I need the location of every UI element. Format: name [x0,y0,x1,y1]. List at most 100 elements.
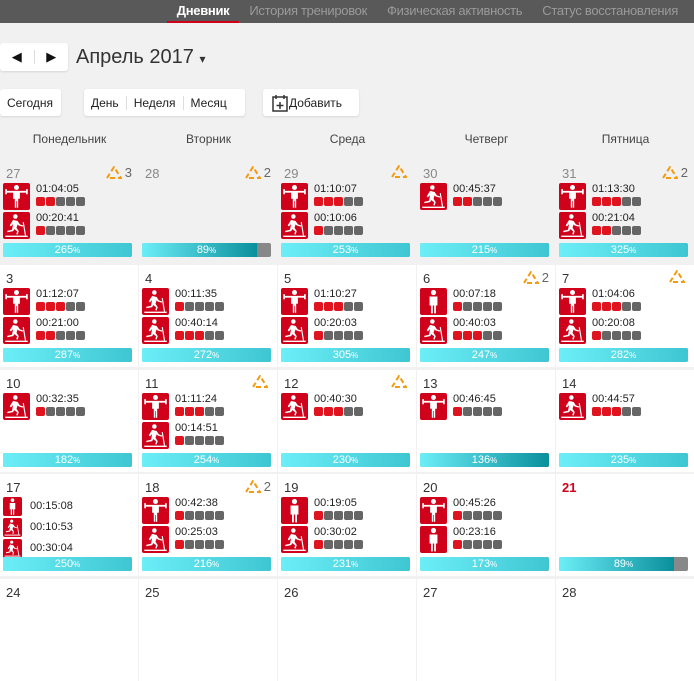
warning-badge[interactable] [252,375,271,388]
activity-entry[interactable]: 00:15:08 [3,497,73,518]
weekday-header: Вторник [186,132,231,146]
warning-badge[interactable]: 3 [105,165,132,180]
warning-badge[interactable] [391,165,410,178]
calendar-day-cell[interactable]: 25 [139,579,277,681]
calendar-day-cell[interactable]: 19 00:19:05 00:30:02 231% [278,474,416,576]
warning-badge[interactable]: 2 [244,479,271,494]
calendar-day-cell[interactable]: 29 01:10:07 00:10:06 253% [278,160,416,262]
activity-entry[interactable]: 00:11:35 [142,288,224,317]
activity-duration: 00:45:37 [453,183,496,195]
calendar-day-cell[interactable]: 21 89% [556,474,694,576]
activity-duration: 01:10:27 [314,288,357,300]
calendar-day-cell[interactable]: 3 01:12:07 00:21:00 287% [0,265,138,367]
activity-entry[interactable]: 00:10:06 [281,212,363,241]
calendar-day-cell[interactable]: 5 01:10:27 00:20:03 305% [278,265,416,367]
month-selector[interactable]: Апрель 2017 ▾ [76,46,205,69]
view-month-button[interactable]: Месяц [184,96,234,110]
calendar-day-cell[interactable]: 18 2 00:42:38 00:25:03 216% [139,474,277,576]
activity-entry[interactable]: 01:10:07 [281,183,363,212]
calendar-day-cell[interactable]: 20 00:45:26 00:23:16 173% [417,474,555,576]
calendar-day-cell[interactable]: 28 2 89% [139,160,277,262]
calendar-day-cell[interactable]: 7 01:04:06 00:20:08 282% [556,265,694,367]
activity-entry[interactable]: 01:11:24 [142,393,224,422]
activity-entry[interactable]: 00:44:57 [559,393,641,422]
warning-badge[interactable] [669,270,688,283]
calendar-day-cell[interactable]: 13 00:46:45 136% [417,370,555,472]
warning-badge[interactable] [391,375,410,388]
day-number: 6 [423,271,431,286]
activity-entry[interactable]: 00:20:08 [559,317,641,346]
add-label: Добавить [289,95,343,110]
calendar-day-cell[interactable]: 27 [417,579,555,681]
activity-entry[interactable]: 01:10:27 [281,288,363,317]
activity-entry[interactable]: 00:40:03 [420,317,502,346]
activity-entry[interactable]: 00:46:45 [420,393,502,422]
warning-triangle-icon [661,166,678,179]
calendar-day-cell[interactable]: 17 00:15:08 00:10:53 00:30:04 250% [0,474,138,576]
calendar-day-cell[interactable]: 4 00:11:35 00:40:14 272% [139,265,277,367]
activity-entry[interactable]: 00:42:38 [142,497,224,526]
activity-entry[interactable]: 00:45:26 [420,497,502,526]
calendar-day-cell[interactable]: 14 00:44:57 235% [556,370,694,472]
calendar-day-cell[interactable]: 10 00:32:35 182% [0,370,138,472]
treadmill-icon [281,526,308,553]
activity-entry[interactable]: 00:14:51 [142,422,224,451]
warning-badge[interactable]: 2 [522,270,549,285]
activity-entry[interactable]: 00:10:53 [3,518,73,539]
activity-entry[interactable]: 00:45:37 [420,183,502,212]
activity-entry[interactable]: 00:25:03 [142,526,224,555]
prev-month-button[interactable]: ◀ [0,49,34,65]
calendar-day-cell[interactable]: 27 3 01:04:05 00:20:41 265% [0,160,138,262]
activity-entry[interactable]: 01:04:05 [3,183,85,212]
activity-entry[interactable]: 00:20:41 [3,212,85,241]
calendar-day-cell[interactable]: 26 [278,579,416,681]
calendar-day-cell[interactable]: 28 [556,579,694,681]
warning-badge[interactable]: 2 [661,165,688,180]
treadmill-icon [3,539,22,558]
activity-entry[interactable]: 00:20:03 [281,317,363,346]
tab-recovery-status[interactable]: Статус восстановления [532,0,688,23]
person-icon [420,526,447,553]
activity-entry[interactable]: 00:21:04 [559,212,641,241]
next-month-button[interactable]: ▶ [35,49,69,65]
treadmill-icon [3,518,22,537]
calendar-day-cell[interactable]: 31 2 01:13:30 00:21:04 325% [556,160,694,262]
calendar-day-cell[interactable]: 30 00:45:37 215% [417,160,555,262]
activity-entry[interactable]: 00:21:00 [3,317,85,346]
activity-entry[interactable]: 00:30:02 [281,526,363,555]
view-week-button[interactable]: Неделя [127,96,183,110]
treadmill-icon [281,393,308,420]
activity-entry[interactable]: 00:19:05 [281,497,363,526]
view-switcher: День Неделя Месяц [84,89,245,116]
tab-diary[interactable]: Дневник [166,0,240,23]
activity-entry[interactable]: 01:13:30 [559,183,641,212]
activity-goal-bar: 305% [281,348,410,362]
activity-entry[interactable]: 00:23:16 [420,526,502,555]
activity-entry[interactable]: 00:32:35 [3,393,85,422]
day-number: 24 [6,585,21,600]
activity-entry[interactable]: 01:04:06 [559,288,641,317]
tab-physical-activity[interactable]: Физическая активность [377,0,532,23]
intensity-indicator [175,540,224,549]
calendar-day-cell[interactable]: 6 2 00:07:18 00:40:03 247% [417,265,555,367]
calendar-day-cell[interactable]: 11 01:11:24 00:14:51 254% [139,370,277,472]
intensity-indicator [36,331,85,340]
activity-duration: 00:45:26 [453,497,496,509]
goal-percent: 250 [54,558,74,570]
activity-entry[interactable]: 00:40:30 [281,393,363,422]
treadmill-icon [142,526,169,553]
calendar-day-cell[interactable]: 12 00:40:30 230% [278,370,416,472]
calendar-day-cell[interactable]: 24 [0,579,138,681]
activity-entry[interactable]: 00:40:14 [142,317,224,346]
tab-training-history[interactable]: История тренировок [239,0,377,23]
activity-entry[interactable]: 01:12:07 [3,288,85,317]
today-button[interactable]: Сегодня [0,89,61,116]
add-button[interactable]: Добавить [263,89,359,116]
activity-entry[interactable]: 00:07:18 [420,288,502,317]
warning-badge[interactable]: 2 [244,165,271,180]
view-day-button[interactable]: День [84,96,126,110]
intensity-indicator [175,407,224,416]
intensity-indicator [36,302,85,311]
intensity-indicator [175,436,224,445]
day-number: 17 [6,480,21,495]
